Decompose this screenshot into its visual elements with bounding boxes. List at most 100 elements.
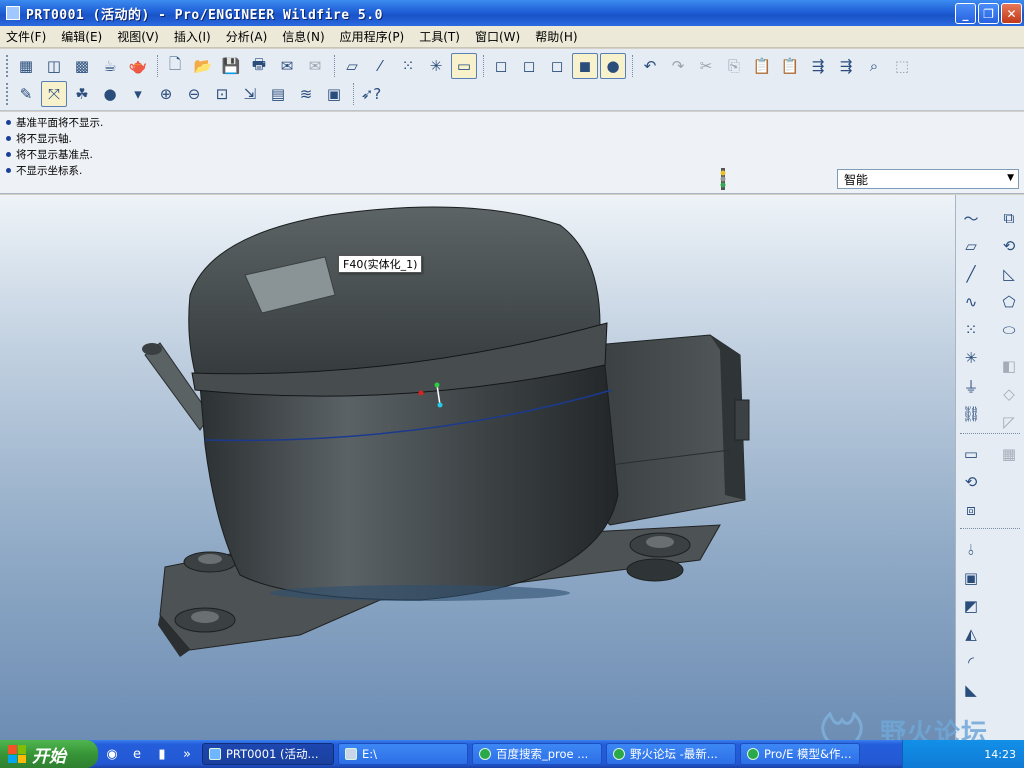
selection-box-icon[interactable]: ⬚ [889,53,915,79]
cut-icon[interactable]: ✂ [693,53,719,79]
rib-icon[interactable]: ◩ [958,593,984,619]
graphics-window[interactable]: F40(实体化_1) [0,195,955,740]
datum-plane-icon[interactable]: ⧉ [996,205,1022,231]
menu-analysis[interactable]: 分析(A) [226,28,277,45]
curve-icon[interactable]: ∿ [958,289,984,315]
analysis-feature-icon[interactable]: ⏚ [958,373,984,399]
menu-edit[interactable]: 编辑(E) [61,28,111,45]
mirror-icon[interactable]: ◧ [996,353,1022,379]
quicklaunch-browser-icon[interactable]: ◉ [101,743,123,765]
print-icon[interactable]: 🖶 [246,53,272,79]
extrude-icon[interactable]: ▭ [958,441,984,467]
appearance-gallery-icon[interactable]: ▦ [13,53,39,79]
regenerate-icon[interactable]: ⇶ [805,53,831,79]
menu-info[interactable]: 信息(N) [282,28,333,45]
enhanced-realism-icon[interactable]: ● [600,53,626,79]
quicklaunch-more-icon[interactable]: » [176,743,198,765]
task-explorer[interactable]: E:\ [338,743,468,765]
title-bar[interactable]: PRT0001 (活动的) - Pro/ENGINEER Wildfire 5.… [0,0,1024,26]
sketch-tool-icon[interactable]: ✎ [13,81,39,107]
new-file-icon[interactable]: 🗋 [162,53,188,79]
restore-button[interactable]: ❐ [978,3,999,24]
email-icon[interactable]: ✉ [274,53,300,79]
appearance-sphere-icon[interactable]: ● [97,81,123,107]
wireframe-icon[interactable]: ◻ [488,53,514,79]
spin-center-icon[interactable]: ⤧ [41,81,67,107]
model-view[interactable] [0,195,955,740]
task-baidu[interactable]: 百度搜索_proe ... [472,743,602,765]
quicklaunch-ie-icon[interactable]: e [126,743,148,765]
saved-views-icon[interactable]: ▤ [265,81,291,107]
orient-mode-icon[interactable]: ☘ [69,81,95,107]
chevron-down-icon[interactable]: ▼ [1007,173,1014,183]
menu-help[interactable]: 帮助(H) [535,28,586,45]
paste-special-icon[interactable]: 📋 [777,53,803,79]
menu-file[interactable]: 文件(F) [6,28,55,45]
plane-icon[interactable]: ▱ [958,233,984,259]
render-window-icon[interactable]: 🫖 [125,53,151,79]
task-proe-model[interactable]: Pro/E 模型&作... [740,743,860,765]
blend-icon[interactable]: ⬠ [996,289,1022,315]
datum-plane-display-icon[interactable]: ⏥ [339,53,365,79]
minimize-button[interactable]: _ [955,3,976,24]
reorient-icon[interactable]: ⇲ [237,81,263,107]
clock[interactable]: 14:23 [984,748,1016,761]
view-manager-icon[interactable]: ▣ [321,81,347,107]
start-button[interactable]: 开始 [0,740,98,768]
task-proe[interactable]: PRT0001 (活动... [202,743,334,765]
merge-icon[interactable]: ◇ [996,381,1022,407]
task-forum[interactable]: 野火论坛 -最新... [606,743,736,765]
sweep-icon[interactable]: ◺ [996,261,1022,287]
close-button[interactable]: ✕ [1001,3,1022,24]
paste-icon[interactable]: 📋 [749,53,775,79]
csys-icon[interactable]: ✳ [958,345,984,371]
datum-axis-display-icon[interactable]: ⁄ [367,53,393,79]
menu-window[interactable]: 窗口(W) [475,28,529,45]
undo-icon[interactable]: ↶ [637,53,663,79]
zoom-out-icon[interactable]: ⊖ [181,81,207,107]
model-setup-icon[interactable]: ◫ [41,53,67,79]
hidden-line-icon[interactable]: ◻ [516,53,542,79]
trim-icon[interactable]: ◸ [996,409,1022,435]
layers-icon[interactable]: ≋ [293,81,319,107]
hole-icon[interactable]: ⫰ [958,537,984,563]
selection-filter-dropdown[interactable]: 智能 ▼ [837,169,1019,189]
menu-view[interactable]: 视图(V) [117,28,168,45]
no-hidden-icon[interactable]: ◻ [544,53,570,79]
redo-icon[interactable]: ↷ [665,53,691,79]
toolbar-grip[interactable] [6,83,9,105]
shell-icon[interactable]: ▣ [958,565,984,591]
sketch-icon[interactable]: 〜 [958,205,984,231]
revolve-tool-icon[interactable]: ⟲ [958,469,984,495]
round-icon[interactable]: ◜ [958,649,984,675]
shading-icon[interactable]: ◼ [572,53,598,79]
offset-icon[interactable]: ⛓ [958,401,984,427]
zoom-in-icon[interactable]: ⊕ [153,81,179,107]
axis-icon[interactable]: ╱ [958,261,984,287]
copy-icon[interactable]: ⎘ [721,53,747,79]
context-help-icon[interactable]: ➶? [358,81,384,107]
pattern-icon[interactable]: ▦ [996,441,1022,467]
datum-point-display-icon[interactable]: ⁙ [395,53,421,79]
menu-applications[interactable]: 应用程序(P) [340,28,414,45]
scene-icon[interactable]: ▩ [69,53,95,79]
coordinate-system-display-icon[interactable]: ✳ [423,53,449,79]
annotation-display-icon[interactable]: ▭ [451,53,477,79]
find-icon[interactable]: ⌕ [861,53,887,79]
variable-sweep-icon[interactable]: ⧈ [958,497,984,523]
save-icon[interactable]: 💾 [218,53,244,79]
appearance-dropdown-icon[interactable]: ▾ [125,81,151,107]
revolve-icon[interactable]: ⟲ [996,233,1022,259]
send-icon[interactable]: ✉ [302,53,328,79]
menu-tools[interactable]: 工具(T) [419,28,469,45]
boundary-blend-icon[interactable]: ⬭ [996,317,1022,343]
open-file-icon[interactable]: 📂 [190,53,216,79]
quicklaunch-media-icon[interactable]: ▮ [151,743,173,765]
regenerate-manager-icon[interactable]: ⇶ [833,53,859,79]
point-icon[interactable]: ⁙ [958,317,984,343]
toolbar-grip[interactable] [6,55,9,77]
draft-icon[interactable]: ◭ [958,621,984,647]
menu-insert[interactable]: 插入(I) [174,28,220,45]
render-icon[interactable]: ☕ [97,53,123,79]
refit-icon[interactable]: ⊡ [209,81,235,107]
